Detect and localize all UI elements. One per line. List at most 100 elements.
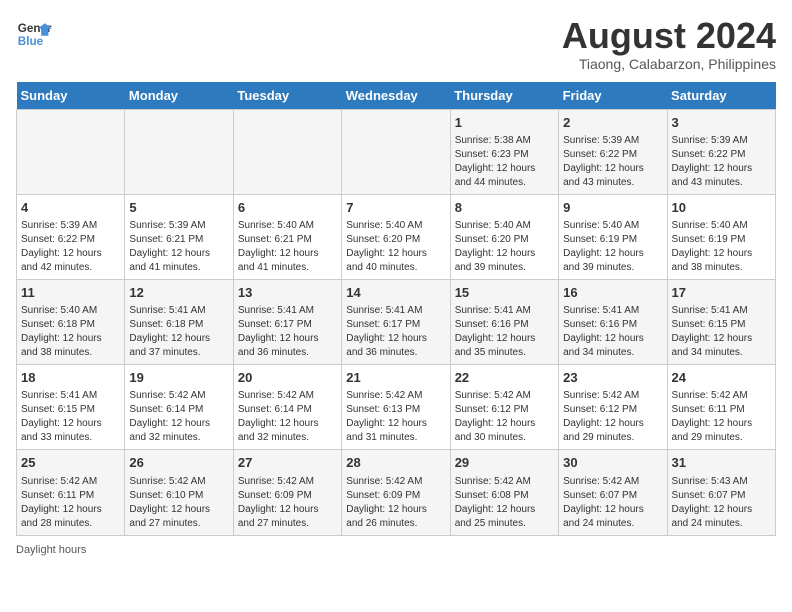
day-of-week-header: Tuesday [233, 82, 341, 110]
day-of-week-header: Wednesday [342, 82, 450, 110]
day-number: 4 [21, 199, 120, 217]
day-number: 15 [455, 284, 554, 302]
day-info: Sunrise: 5:39 AMSunset: 6:22 PMDaylight:… [21, 219, 120, 275]
day-info: Sunrise: 5:42 AMSunset: 6:14 PMDaylight:… [129, 389, 228, 445]
calendar-cell: 28 Sunrise: 5:42 AMSunset: 6:09 PMDayligh… [342, 450, 450, 535]
calendar-cell: 8 Sunrise: 5:40 AMSunset: 6:20 PMDaylight… [450, 194, 558, 279]
calendar-header-row: SundayMondayTuesdayWednesdayThursdayFrid… [17, 82, 776, 110]
day-info: Sunrise: 5:42 AMSunset: 6:10 PMDaylight:… [129, 475, 228, 531]
day-number: 2 [563, 114, 662, 132]
subtitle: Tiaong, Calabarzon, Philippines [562, 56, 776, 72]
day-number: 28 [346, 454, 445, 472]
calendar-cell: 13 Sunrise: 5:41 AMSunset: 6:17 PMDayligh… [233, 279, 341, 364]
day-info: Sunrise: 5:40 AMSunset: 6:21 PMDaylight:… [238, 219, 337, 275]
calendar-cell [342, 109, 450, 194]
day-info: Sunrise: 5:42 AMSunset: 6:11 PMDaylight:… [672, 389, 771, 445]
day-info: Sunrise: 5:39 AMSunset: 6:22 PMDaylight:… [672, 134, 771, 190]
calendar-cell: 17 Sunrise: 5:41 AMSunset: 6:15 PMDayligh… [667, 279, 775, 364]
day-info: Sunrise: 5:40 AMSunset: 6:20 PMDaylight:… [455, 219, 554, 275]
day-number: 24 [672, 369, 771, 387]
calendar-cell: 10 Sunrise: 5:40 AMSunset: 6:19 PMDayligh… [667, 194, 775, 279]
calendar-cell: 3Sunrise: 5:39 AMSunset: 6:22 PMDaylight… [667, 109, 775, 194]
day-number: 27 [238, 454, 337, 472]
day-number: 7 [346, 199, 445, 217]
calendar-cell: 5 Sunrise: 5:39 AMSunset: 6:21 PMDaylight… [125, 194, 233, 279]
day-number: 19 [129, 369, 228, 387]
day-info: Sunrise: 5:42 AMSunset: 6:12 PMDaylight:… [455, 389, 554, 445]
calendar-cell: 11Sunrise: 5:40 AMSunset: 6:18 PMDayligh… [17, 279, 125, 364]
day-number: 23 [563, 369, 662, 387]
logo-icon: General Blue [16, 16, 52, 52]
calendar-cell: 14Sunrise: 5:41 AMSunset: 6:17 PMDayligh… [342, 279, 450, 364]
day-info: Sunrise: 5:42 AMSunset: 6:08 PMDaylight:… [455, 475, 554, 531]
day-info: Sunrise: 5:41 AMSunset: 6:16 PMDaylight:… [563, 304, 662, 360]
day-info: Sunrise: 5:39 AMSunset: 6:21 PMDaylight:… [129, 219, 228, 275]
day-info: Sunrise: 5:42 AMSunset: 6:09 PMDaylight:… [238, 475, 337, 531]
calendar-cell: 20Sunrise: 5:42 AMSunset: 6:14 PMDayligh… [233, 365, 341, 450]
calendar-week-row: 4 Sunrise: 5:39 AMSunset: 6:22 PMDaylight… [17, 194, 776, 279]
day-info: Sunrise: 5:38 AMSunset: 6:23 PMDaylight:… [455, 134, 554, 190]
day-number: 26 [129, 454, 228, 472]
day-info: Sunrise: 5:42 AMSunset: 6:07 PMDaylight:… [563, 475, 662, 531]
calendar-cell: 7 Sunrise: 5:40 AMSunset: 6:20 PMDaylight… [342, 194, 450, 279]
day-number: 13 [238, 284, 337, 302]
day-info: Sunrise: 5:42 AMSunset: 6:09 PMDaylight:… [346, 475, 445, 531]
calendar-table: SundayMondayTuesdayWednesdayThursdayFrid… [16, 82, 776, 536]
day-info: Sunrise: 5:39 AMSunset: 6:22 PMDaylight:… [563, 134, 662, 190]
day-info: Sunrise: 5:41 AMSunset: 6:15 PMDaylight:… [672, 304, 771, 360]
day-info: Sunrise: 5:40 AMSunset: 6:18 PMDaylight:… [21, 304, 120, 360]
day-info: Sunrise: 5:40 AMSunset: 6:20 PMDaylight:… [346, 219, 445, 275]
calendar-week-row: 25 Sunrise: 5:42 AMSunset: 6:11 PMDayligh… [17, 450, 776, 535]
day-info: Sunrise: 5:42 AMSunset: 6:14 PMDaylight:… [238, 389, 337, 445]
calendar-cell: 30Sunrise: 5:42 AMSunset: 6:07 PMDayligh… [559, 450, 667, 535]
calendar-cell: 12Sunrise: 5:41 AMSunset: 6:18 PMDayligh… [125, 279, 233, 364]
day-number: 21 [346, 369, 445, 387]
main-title: August 2024 [562, 16, 776, 56]
calendar-cell: 21 Sunrise: 5:42 AMSunset: 6:13 PMDayligh… [342, 365, 450, 450]
calendar-cell: 26 Sunrise: 5:42 AMSunset: 6:10 PMDayligh… [125, 450, 233, 535]
calendar-week-row: 1Sunrise: 5:38 AMSunset: 6:23 PMDaylight… [17, 109, 776, 194]
calendar-cell [17, 109, 125, 194]
day-info: Sunrise: 5:42 AMSunset: 6:11 PMDaylight:… [21, 475, 120, 531]
calendar-cell: 18 Sunrise: 5:41 AMSunset: 6:15 PMDayligh… [17, 365, 125, 450]
day-info: Sunrise: 5:42 AMSunset: 6:13 PMDaylight:… [346, 389, 445, 445]
calendar-cell: 9 Sunrise: 5:40 AMSunset: 6:19 PMDaylight… [559, 194, 667, 279]
day-number: 17 [672, 284, 771, 302]
day-number: 10 [672, 199, 771, 217]
day-info: Sunrise: 5:40 AMSunset: 6:19 PMDaylight:… [672, 219, 771, 275]
day-number: 8 [455, 199, 554, 217]
day-number: 14 [346, 284, 445, 302]
calendar-cell: 29 Sunrise: 5:42 AMSunset: 6:08 PMDayligh… [450, 450, 558, 535]
calendar-week-row: 18 Sunrise: 5:41 AMSunset: 6:15 PMDayligh… [17, 365, 776, 450]
day-number: 16 [563, 284, 662, 302]
calendar-cell: 25 Sunrise: 5:42 AMSunset: 6:11 PMDayligh… [17, 450, 125, 535]
day-info: Sunrise: 5:41 AMSunset: 6:15 PMDaylight:… [21, 389, 120, 445]
logo: General Blue General Blue [16, 16, 52, 52]
calendar-cell: 15 Sunrise: 5:41 AMSunset: 6:16 PMDayligh… [450, 279, 558, 364]
day-info: Sunrise: 5:41 AMSunset: 6:18 PMDaylight:… [129, 304, 228, 360]
day-info: Sunrise: 5:41 AMSunset: 6:16 PMDaylight:… [455, 304, 554, 360]
calendar-cell [233, 109, 341, 194]
title-block: August 2024 Tiaong, Calabarzon, Philippi… [562, 16, 776, 72]
calendar-cell: 16 Sunrise: 5:41 AMSunset: 6:16 PMDayligh… [559, 279, 667, 364]
day-number: 6 [238, 199, 337, 217]
day-number: 22 [455, 369, 554, 387]
day-info: Sunrise: 5:42 AMSunset: 6:12 PMDaylight:… [563, 389, 662, 445]
day-info: Sunrise: 5:40 AMSunset: 6:19 PMDaylight:… [563, 219, 662, 275]
page-header: General Blue General Blue August 2024 Ti… [16, 16, 776, 72]
calendar-cell: 2 Sunrise: 5:39 AMSunset: 6:22 PMDaylight… [559, 109, 667, 194]
calendar-cell: 19 Sunrise: 5:42 AMSunset: 6:14 PMDayligh… [125, 365, 233, 450]
calendar-cell: 23 Sunrise: 5:42 AMSunset: 6:12 PMDayligh… [559, 365, 667, 450]
day-of-week-header: Sunday [17, 82, 125, 110]
calendar-cell: 22 Sunrise: 5:42 AMSunset: 6:12 PMDayligh… [450, 365, 558, 450]
day-info: Sunrise: 5:41 AMSunset: 6:17 PMDaylight:… [238, 304, 337, 360]
day-number: 18 [21, 369, 120, 387]
day-number: 25 [21, 454, 120, 472]
day-number: 5 [129, 199, 228, 217]
day-number: 9 [563, 199, 662, 217]
day-of-week-header: Thursday [450, 82, 558, 110]
day-number: 29 [455, 454, 554, 472]
calendar-cell [125, 109, 233, 194]
calendar-week-row: 11Sunrise: 5:40 AMSunset: 6:18 PMDayligh… [17, 279, 776, 364]
calendar-cell: 31Sunrise: 5:43 AMSunset: 6:07 PMDayligh… [667, 450, 775, 535]
